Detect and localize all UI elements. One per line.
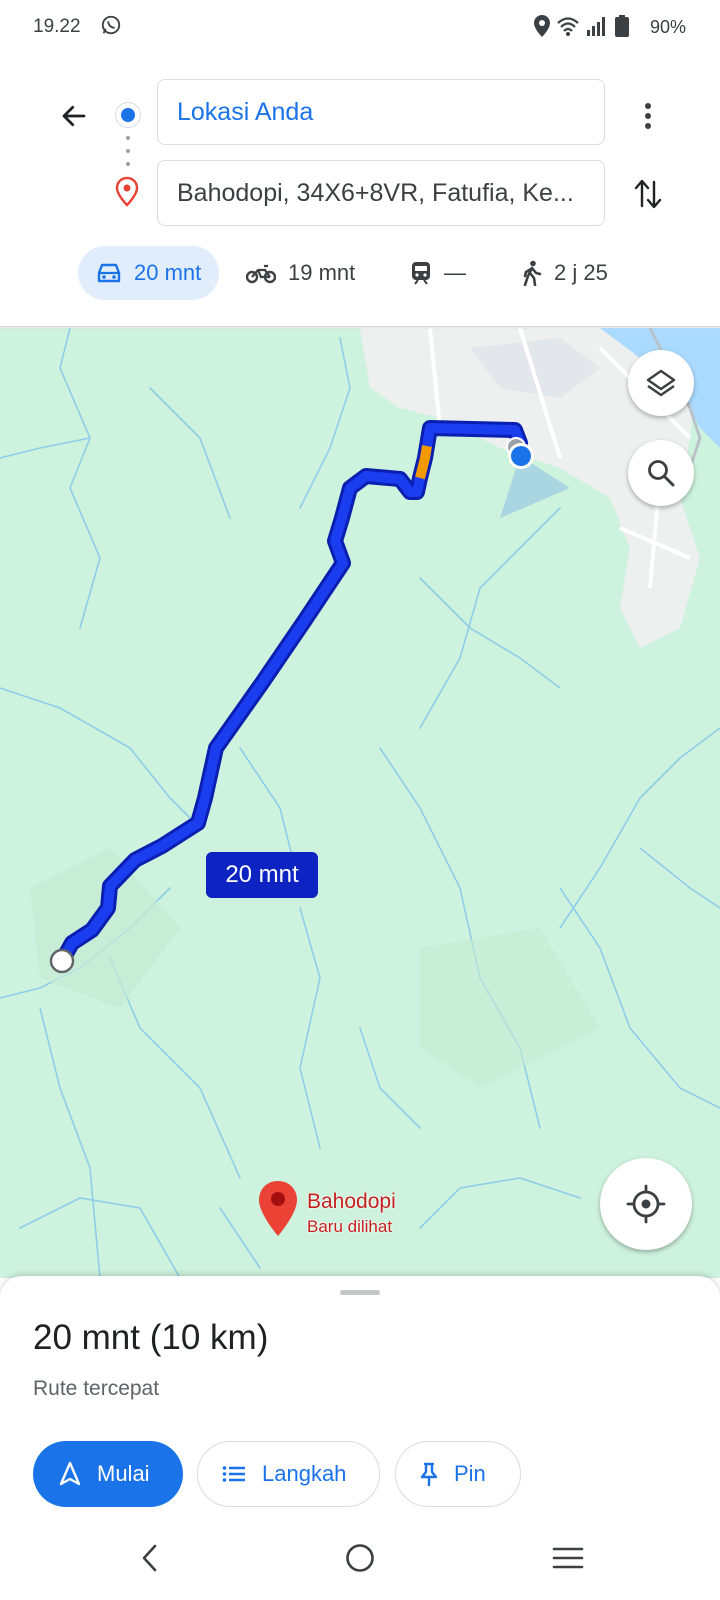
- steps-label: Langkah: [262, 1461, 347, 1486]
- route-summary: 20 mnt (10 km): [33, 1318, 269, 1357]
- sheet-drag-handle[interactable]: [340, 1290, 380, 1295]
- header-shadow: [0, 326, 720, 329]
- mode-motorcycle-label: 19 mnt: [288, 260, 356, 285]
- search-icon: [648, 460, 675, 487]
- route-duration-label[interactable]: 20 mnt: [206, 852, 318, 898]
- route-subtitle: Rute tercepat: [33, 1377, 160, 1400]
- battery-icon: [614, 14, 630, 43]
- swap-button[interactable]: [626, 170, 670, 218]
- search-along-route-button[interactable]: [628, 440, 694, 506]
- more-vert-icon: [645, 103, 651, 129]
- layers-button[interactable]: [628, 350, 694, 416]
- mode-transit-tab[interactable]: —: [410, 246, 466, 300]
- pin-button[interactable]: Pin: [395, 1441, 521, 1507]
- start-button[interactable]: Mulai: [33, 1441, 183, 1507]
- list-icon: [222, 1465, 246, 1483]
- system-nav-bar: [0, 1510, 720, 1600]
- back-button[interactable]: [50, 92, 98, 140]
- travel-mode-tabs: 20 mnt 19 mnt — 2 j 25: [0, 246, 720, 302]
- mode-transit-label: —: [444, 260, 466, 285]
- pin-icon: [420, 1462, 438, 1486]
- nav-back-button[interactable]: [126, 1534, 174, 1582]
- origin-marker-icon: [115, 102, 141, 128]
- swap-vert-icon: [634, 179, 662, 209]
- steps-button[interactable]: Langkah: [197, 1441, 380, 1507]
- train-icon: [410, 261, 432, 285]
- mode-walk-label: 2 j 25: [554, 260, 608, 285]
- battery-level: 90%: [650, 17, 687, 37]
- signal-icon: [584, 14, 608, 43]
- place-subtitle: Baru dilihat: [307, 1217, 393, 1236]
- menu-icon: [552, 1547, 584, 1569]
- my-location-icon: [626, 1184, 666, 1224]
- motorcycle-icon: [246, 262, 276, 284]
- place-name[interactable]: Bahodopi: [307, 1190, 396, 1214]
- layers-icon: [646, 369, 676, 397]
- navigation-icon: [59, 1461, 81, 1487]
- wifi-icon: [556, 14, 580, 43]
- arrow-back-icon: [62, 105, 86, 127]
- mode-car-label: 20 mnt: [134, 260, 202, 285]
- map-terrain: [0, 328, 720, 1278]
- location-icon: [532, 14, 552, 43]
- chevron-left-icon: [142, 1544, 157, 1572]
- mode-motorcycle-tab[interactable]: 19 mnt: [246, 246, 355, 300]
- whatsapp-icon: [100, 14, 122, 41]
- walk-icon: [520, 260, 542, 286]
- nav-home-button[interactable]: [336, 1534, 384, 1582]
- place-pin-icon[interactable]: [258, 1180, 298, 1243]
- status-bar: 19.22 90%: [0, 0, 720, 56]
- my-location-button[interactable]: [600, 1158, 692, 1250]
- destination-pin-icon: [114, 176, 140, 213]
- destination-input[interactable]: Bahodopi, 34X6+8VR, Fatufia, Ke...: [157, 160, 605, 226]
- directions-header: Lokasi Anda Bahodopi, 34X6+8VR, Fatufia,…: [0, 56, 720, 328]
- map-view[interactable]: 20 mnt Bahodopi Baru dilihat: [0, 328, 720, 1278]
- pin-label: Pin: [454, 1461, 486, 1486]
- mode-walk-tab[interactable]: 2 j 25: [520, 246, 608, 300]
- car-icon: [96, 262, 122, 284]
- nav-recents-button[interactable]: [544, 1534, 592, 1582]
- origin-input[interactable]: Lokasi Anda: [157, 79, 605, 145]
- more-options-button[interactable]: [632, 92, 664, 140]
- start-label: Mulai: [97, 1461, 150, 1486]
- route-connector: [126, 136, 130, 166]
- mode-car-tab[interactable]: 20 mnt: [78, 246, 220, 300]
- status-time: 19.22: [33, 16, 81, 37]
- home-circle-icon: [346, 1544, 374, 1572]
